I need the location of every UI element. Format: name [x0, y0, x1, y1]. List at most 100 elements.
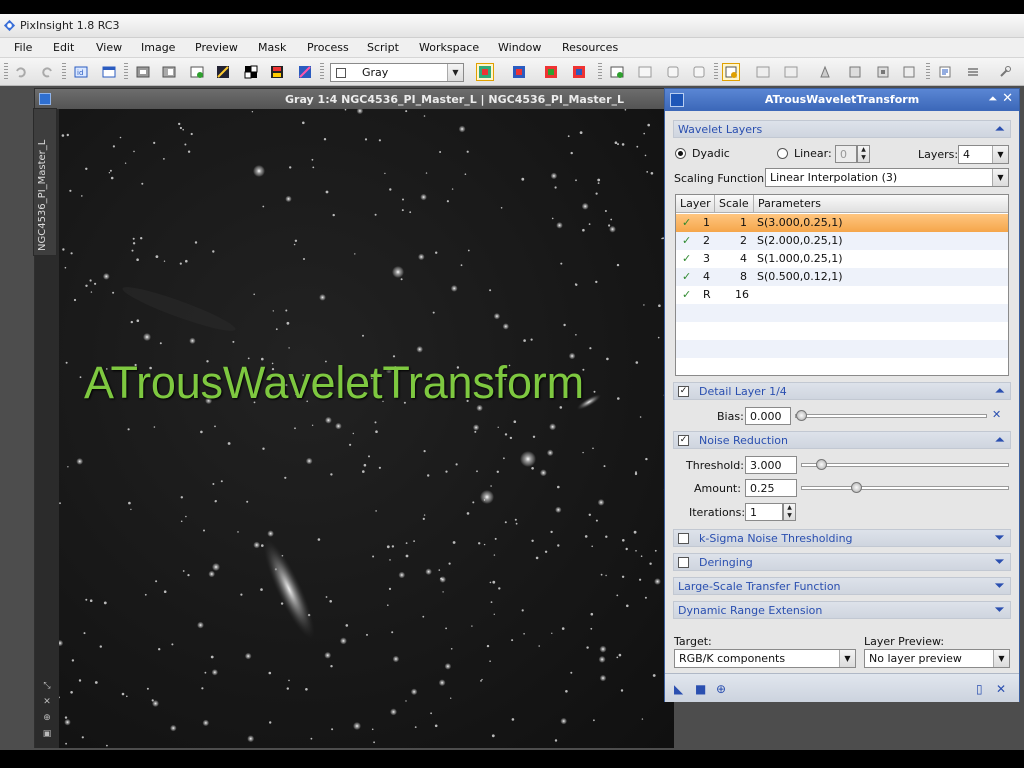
section-deringing[interactable]: Deringing ⏷: [673, 553, 1011, 571]
threshold-input[interactable]: 3.000: [745, 456, 797, 474]
tool-wrench-icon[interactable]: [996, 63, 1014, 81]
mask-icon[interactable]: [242, 63, 260, 81]
new-preview-icon[interactable]: [188, 63, 206, 81]
menu-file[interactable]: File: [14, 41, 32, 54]
threshold-slider[interactable]: [801, 459, 1009, 470]
noise-reduction-checkbox[interactable]: ✓: [678, 435, 689, 446]
check-icon[interactable]: ✓: [682, 270, 691, 283]
menu-preview[interactable]: Preview: [195, 41, 238, 54]
deringing-checkbox[interactable]: [678, 557, 689, 568]
toolbar-grip[interactable]: [4, 63, 8, 81]
section-dynamic-range[interactable]: Dynamic Range Extension ⏷: [673, 601, 1011, 619]
table-row[interactable]: ✓ 4 8 S(0.500,0.12,1): [676, 268, 1008, 286]
toolbar-grip[interactable]: [124, 63, 128, 81]
layer-table[interactable]: Layer Scale Parameters ✓ 1 1 S(3.000,0.2…: [675, 194, 1009, 376]
channel-b-icon[interactable]: [570, 63, 588, 81]
zoom-one-icon[interactable]: [160, 63, 178, 81]
linear-radio[interactable]: [777, 148, 788, 159]
zoom-fit-small-icon[interactable]: ⤡: [41, 681, 53, 693]
menu-workspace[interactable]: Workspace: [419, 41, 479, 54]
detail-layer-checkbox[interactable]: ✓: [678, 386, 689, 397]
toolbar-grip[interactable]: [62, 63, 66, 81]
color-mode-select[interactable]: Gray ▼: [330, 63, 464, 82]
prev-view-icon[interactable]: [754, 63, 772, 81]
image-window-icon[interactable]: [39, 93, 51, 105]
close-icon[interactable]: ✕: [1002, 91, 1013, 106]
format-icon[interactable]: [900, 63, 918, 81]
identifier-icon[interactable]: id: [72, 63, 90, 81]
toolbar-grip[interactable]: [926, 63, 930, 81]
next-view-icon[interactable]: [782, 63, 800, 81]
reset-panel-icon[interactable]: ✕: [996, 682, 1006, 696]
explorer-icon[interactable]: [846, 63, 864, 81]
toolbar-grip[interactable]: [598, 63, 602, 81]
target-select[interactable]: RGB/K components ▼: [674, 649, 856, 668]
table-row[interactable]: ✓ 3 4 S(1.000,0.25,1): [676, 250, 1008, 268]
console-icon[interactable]: [964, 63, 982, 81]
bias-slider[interactable]: [795, 410, 987, 421]
column-header-scale[interactable]: Scale: [719, 197, 749, 210]
table-row[interactable]: ✓ 2 2 S(2.000,0.25,1): [676, 232, 1008, 250]
dyadic-radio[interactable]: [675, 148, 686, 159]
collapse-icon[interactable]: ⏶: [995, 433, 1004, 447]
threshold-slider-knob[interactable]: [815, 459, 827, 470]
panel-header[interactable]: ATrousWaveletTransform ⏶ ✕: [665, 89, 1019, 111]
expand-icon[interactable]: ⏷: [995, 579, 1004, 593]
chevron-down-icon[interactable]: ▼: [992, 146, 1008, 163]
menu-process[interactable]: Process: [307, 41, 349, 54]
table-row[interactable]: ✓ 1 1 S(3.000,0.25,1): [676, 214, 1008, 232]
ksigma-checkbox[interactable]: [678, 533, 689, 544]
apply-icon[interactable]: ■: [695, 682, 706, 696]
zoom-one-small-icon[interactable]: ▣: [41, 729, 53, 741]
check-icon[interactable]: ✓: [682, 252, 691, 265]
zoom-out-icon[interactable]: [664, 63, 682, 81]
image-side-tab[interactable]: NGC4536_PI_Master_L: [33, 108, 57, 256]
save-icon[interactable]: [268, 63, 286, 81]
chevron-down-icon[interactable]: ▼: [447, 64, 463, 81]
apply-global-icon[interactable]: ⊕: [716, 682, 726, 696]
zoom-fit-icon[interactable]: [134, 63, 152, 81]
reset-icon[interactable]: ✕: [992, 408, 1001, 421]
bias-input[interactable]: 0.000: [745, 407, 791, 425]
color-space-icon[interactable]: [296, 63, 314, 81]
zoom-in-small-icon[interactable]: ⊕: [41, 713, 53, 725]
section-large-scale[interactable]: Large-Scale Transfer Function ⏷: [673, 577, 1011, 595]
layer-preview-select[interactable]: No layer preview ▼: [864, 649, 1010, 668]
toolbar-grip[interactable]: [320, 63, 324, 81]
script-editor-icon[interactable]: [936, 63, 954, 81]
menu-window[interactable]: Window: [498, 41, 541, 54]
zoom-out-small-icon[interactable]: ✕: [41, 697, 53, 709]
table-row[interactable]: ✓ R 16: [676, 286, 1008, 304]
amount-slider[interactable]: [801, 482, 1009, 493]
menu-image[interactable]: Image: [141, 41, 175, 54]
rgb-channels-icon[interactable]: [476, 63, 494, 81]
history-icon[interactable]: [874, 63, 892, 81]
section-noise-reduction[interactable]: ✓ Noise Reduction ⏶: [673, 431, 1011, 449]
check-icon[interactable]: ✓: [682, 288, 691, 301]
column-header-layer[interactable]: Layer: [680, 197, 711, 210]
iterations-spinner[interactable]: ▲ ▼: [783, 503, 796, 521]
shade-icon[interactable]: ⏶: [988, 92, 997, 106]
collapse-icon[interactable]: ⏶: [995, 122, 1004, 136]
menu-mask[interactable]: Mask: [258, 41, 286, 54]
process-icon[interactable]: [816, 63, 834, 81]
linear-spinner[interactable]: ▲ ▼: [857, 145, 870, 163]
readout-icon[interactable]: [608, 63, 626, 81]
image-window-header[interactable]: Gray 1:4 NGC4536_PI_Master_L | NGC4536_P…: [35, 89, 673, 109]
linear-value[interactable]: 0: [835, 145, 857, 163]
readout-mode-icon[interactable]: [722, 63, 740, 81]
check-icon[interactable]: ✓: [682, 216, 691, 229]
scaling-function-select[interactable]: Linear Interpolation (3) ▼: [765, 168, 1009, 187]
collapse-icon[interactable]: ⏶: [995, 384, 1004, 398]
new-instance-icon[interactable]: ◣: [674, 682, 683, 696]
astro-image[interactable]: [56, 107, 674, 748]
menu-view[interactable]: View: [96, 41, 122, 54]
undo-icon[interactable]: [12, 63, 30, 81]
chevron-down-icon[interactable]: ▼: [839, 650, 855, 667]
expand-icon[interactable]: ⏷: [995, 603, 1004, 617]
section-ksigma[interactable]: k-Sigma Noise Thresholding ⏷: [673, 529, 1011, 547]
menu-resources[interactable]: Resources: [562, 41, 618, 54]
window-icon[interactable]: [100, 63, 118, 81]
section-wavelet-layers[interactable]: Wavelet Layers ⏶: [673, 120, 1011, 138]
image-window[interactable]: Gray 1:4 NGC4536_PI_Master_L | NGC4536_P…: [34, 88, 674, 748]
